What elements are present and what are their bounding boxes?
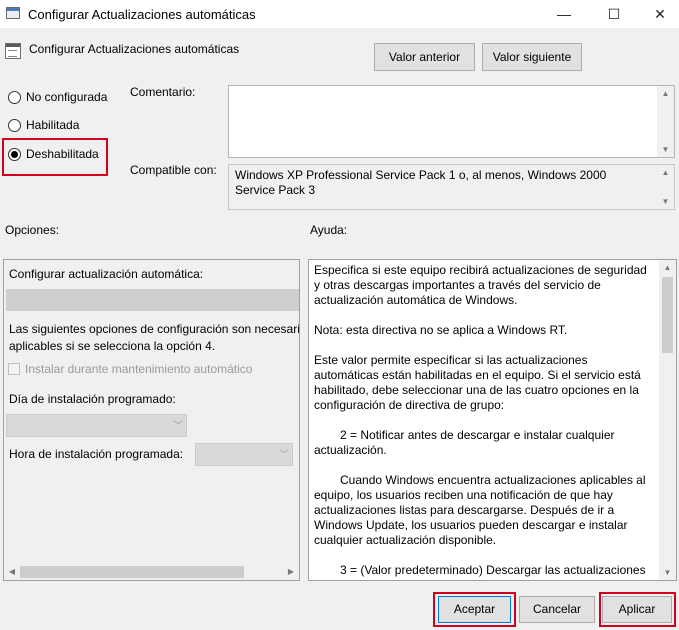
radio-not-configured[interactable]: No configurada xyxy=(8,88,107,106)
scroll-down-icon[interactable]: ▼ xyxy=(657,194,674,209)
install-maintenance-label: Instalar durante mantenimiento automátic… xyxy=(25,362,253,376)
options-heading: Opciones: xyxy=(5,223,60,237)
radio-circle[interactable] xyxy=(8,118,21,132)
install-maintenance-checkbox xyxy=(8,363,20,375)
scroll-down-icon[interactable]: ▼ xyxy=(657,142,674,157)
compatible-value: Windows XP Professional Service Pack 1 o… xyxy=(235,168,607,197)
install-day-select: ﹀ xyxy=(6,414,187,437)
help-paragraph: Este valor permite especificar si las ac… xyxy=(314,353,641,412)
scroll-left-icon[interactable]: ◀ xyxy=(4,564,20,580)
maximize-button[interactable]: ☐ xyxy=(591,0,637,28)
scroll-thumb[interactable] xyxy=(20,566,244,578)
policy-name: Configurar Actualizaciones automáticas xyxy=(29,42,240,56)
chevron-down-icon: ﹀ xyxy=(279,450,289,461)
options-description: Las siguientes opciones de configuración… xyxy=(9,321,300,355)
install-hour-label: Hora de instalación programada: xyxy=(9,447,184,461)
highlight-box-apply xyxy=(599,592,676,627)
scroll-up-icon[interactable]: ▲ xyxy=(657,165,674,180)
minimize-button[interactable]: — xyxy=(541,0,587,28)
configure-update-dropdown xyxy=(6,289,299,311)
help-paragraph: Nota: esta directiva no se aplica a Wind… xyxy=(314,323,568,337)
scroll-right-icon[interactable]: ▶ xyxy=(283,564,299,580)
title-bar: Configurar Actualizaciones automáticas —… xyxy=(0,0,679,28)
previous-setting-button[interactable]: Valor anterior xyxy=(374,43,475,71)
window-title: Configurar Actualizaciones automáticas xyxy=(28,7,256,22)
comment-textarea[interactable]: ▲ ▼ xyxy=(228,85,675,158)
help-paragraph: Especifica si este equipo recibirá actua… xyxy=(314,263,647,307)
highlight-box-ok xyxy=(433,592,516,627)
radio-label: No configurada xyxy=(26,90,108,104)
help-paragraph: Cuando Windows encuentra actualizaciones… xyxy=(314,473,646,547)
radio-circle[interactable] xyxy=(8,90,21,104)
policy-setting-icon xyxy=(5,43,21,59)
configure-update-label: Configurar actualización automática: xyxy=(9,267,204,281)
install-day-label: Día de instalación programado: xyxy=(9,392,176,406)
help-paragraph: 2 = Notificar antes de descargar e insta… xyxy=(314,428,615,457)
help-panel: Especifica si este equipo recibirá actua… xyxy=(308,259,677,581)
close-button[interactable]: ✕ xyxy=(637,0,679,28)
options-description-line: aplicables si se selecciona la opción 4. xyxy=(9,339,216,353)
compatible-box: Windows XP Professional Service Pack 1 o… xyxy=(228,164,675,210)
scroll-thumb[interactable] xyxy=(662,277,673,353)
help-paragraph: 3 = (Valor predeterminado) Descargar las… xyxy=(340,563,646,577)
help-text: Especifica si este equipo recibirá actua… xyxy=(314,263,654,580)
highlight-box-disabled xyxy=(2,138,108,176)
comment-scrollbar[interactable]: ▲ ▼ xyxy=(657,86,674,157)
comment-label: Comentario: xyxy=(130,85,196,99)
compatible-label: Compatible con: xyxy=(130,163,217,177)
policy-window-icon xyxy=(6,7,20,19)
options-description-line: Las siguientes opciones de configuración… xyxy=(9,322,300,336)
scroll-down-icon[interactable]: ▼ xyxy=(659,565,676,580)
help-heading: Ayuda: xyxy=(310,223,348,237)
radio-label: Habilitada xyxy=(26,118,80,132)
install-hour-select: ﹀ xyxy=(195,443,293,466)
next-setting-button[interactable]: Valor siguiente xyxy=(482,43,582,71)
options-panel: Configurar actualización automática: Las… xyxy=(3,259,300,581)
help-scrollbar[interactable]: ▲ ▼ xyxy=(659,260,676,580)
scroll-up-icon[interactable]: ▲ xyxy=(659,260,676,275)
options-horizontal-scrollbar[interactable]: ◀ ▶ xyxy=(4,564,299,580)
scroll-up-icon[interactable]: ▲ xyxy=(657,86,674,101)
compatible-scrollbar[interactable]: ▲ ▼ xyxy=(657,165,674,209)
chevron-down-icon: ﹀ xyxy=(173,421,183,432)
cancel-button[interactable]: Cancelar xyxy=(519,596,595,623)
install-maintenance-checkbox-row: Instalar durante mantenimiento automátic… xyxy=(8,362,252,376)
radio-enabled[interactable]: Habilitada xyxy=(8,116,79,134)
